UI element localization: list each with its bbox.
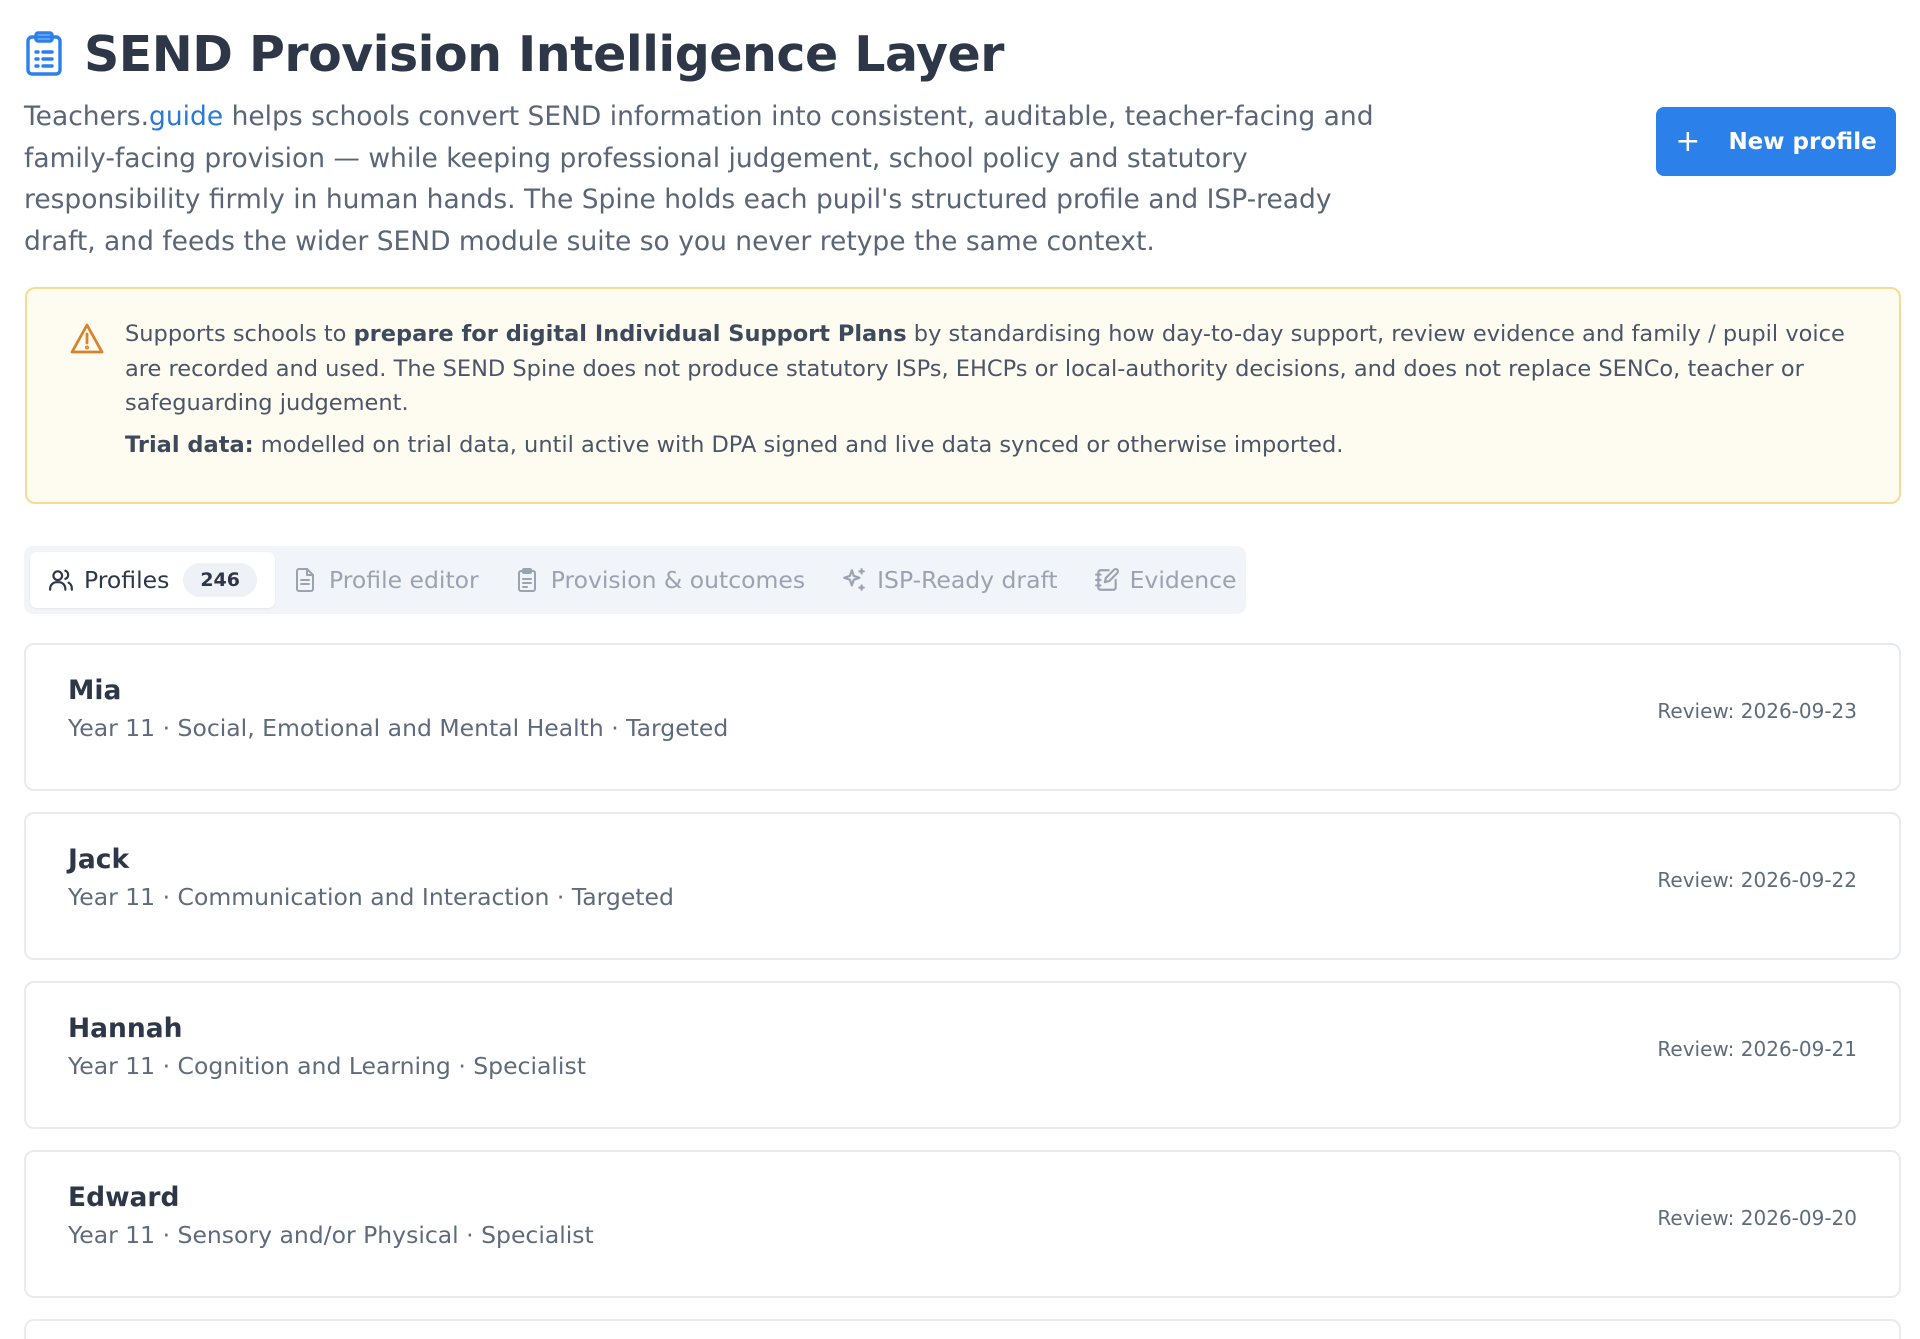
tab-isp-ready-draft[interactable]: ISP-Ready draft xyxy=(823,552,1075,608)
tab-bar: Profiles 246 Profile editor Provision & … xyxy=(24,546,1246,614)
profiles-list: Mia Year 11 · Social, Emotional and Ment… xyxy=(24,643,1901,1339)
profile-card[interactable]: Mia Year 11 · Social, Emotional and Ment… xyxy=(24,643,1901,791)
intro-link[interactable]: guide xyxy=(149,101,223,132)
document-icon xyxy=(293,567,319,593)
notice-banner: Supports schools to prepare for digital … xyxy=(25,287,1901,504)
new-profile-button[interactable]: + New profile xyxy=(1656,107,1896,176)
tab-profiles[interactable]: Profiles 246 xyxy=(30,552,275,608)
profile-review-date: Review: 2026-09-20 xyxy=(1657,1206,1857,1230)
notice-text-prefix: Supports schools to xyxy=(125,321,354,347)
clipboard-list-icon xyxy=(24,29,68,79)
profile-name: Hannah xyxy=(68,1013,183,1044)
intro-body: helps schools convert SEND information i… xyxy=(24,101,1374,257)
profile-meta: Year 11 · Sensory and/or Physical · Spec… xyxy=(68,1221,594,1249)
tab-evidence-label: Evidence xyxy=(1129,566,1237,594)
notice-bold-text: prepare for digital Individual Support P… xyxy=(353,321,907,347)
profile-name: Jack xyxy=(68,844,130,875)
profile-meta: Year 11 · Social, Emotional and Mental H… xyxy=(68,714,729,742)
intro-text: Teachers.guide helps schools convert SEN… xyxy=(24,96,1394,262)
trial-data-label: Trial data: xyxy=(125,431,254,458)
tab-evidence[interactable]: Evidence xyxy=(1076,552,1255,608)
notice-paragraph-1: Supports schools to prepare for digital … xyxy=(125,317,1865,421)
notice-text: Supports schools to prepare for digital … xyxy=(125,317,1865,462)
notice-paragraph-2: Trial data: modelled on trial data, unti… xyxy=(125,428,1865,463)
intro-prefix: Teachers. xyxy=(24,101,150,132)
page-title: SEND Provision Intelligence Layer xyxy=(84,25,1004,83)
profile-card[interactable]: Edward Year 11 · Sensory and/or Physical… xyxy=(24,1150,1901,1298)
warning-triangle-icon xyxy=(69,322,105,356)
profile-card[interactable]: Jack Year 11 · Communication and Interac… xyxy=(24,812,1901,960)
tab-profile-editor[interactable]: Profile editor xyxy=(275,552,497,608)
page-header: SEND Provision Intelligence Layer Teache… xyxy=(24,24,1900,257)
profile-name: Mia xyxy=(68,675,122,706)
tab-profiles-label: Profiles xyxy=(84,566,170,594)
title-row: SEND Provision Intelligence Layer xyxy=(24,24,1900,84)
trial-data-text: modelled on trial data, until active wit… xyxy=(253,431,1344,458)
profile-card[interactable]: Hannah Year 11 · Cognition and Learning … xyxy=(24,981,1901,1129)
users-icon xyxy=(48,567,74,593)
profile-name: Edward xyxy=(68,1182,180,1213)
tab-provision-outcomes-label: Provision & outcomes xyxy=(550,566,806,594)
new-profile-label: New profile xyxy=(1728,128,1877,155)
notebook-pen-icon xyxy=(1094,567,1120,593)
plus-icon: + xyxy=(1675,123,1701,159)
tab-provision-outcomes[interactable]: Provision & outcomes xyxy=(497,552,823,608)
profile-meta: Year 11 · Cognition and Learning · Speci… xyxy=(68,1052,586,1080)
profiles-count-badge: 246 xyxy=(183,563,257,597)
profile-review-date: Review: 2026-09-21 xyxy=(1657,1037,1857,1061)
profile-card-partial[interactable] xyxy=(24,1319,1901,1339)
clipboard-icon xyxy=(515,567,541,593)
tab-isp-ready-draft-label: ISP-Ready draft xyxy=(877,566,1058,594)
profile-review-date: Review: 2026-09-22 xyxy=(1657,868,1857,892)
tab-profile-editor-label: Profile editor xyxy=(329,566,479,594)
profile-meta: Year 11 · Communication and Interaction … xyxy=(68,883,674,911)
profile-review-date: Review: 2026-09-23 xyxy=(1657,699,1857,723)
sparkles-icon xyxy=(841,567,867,593)
